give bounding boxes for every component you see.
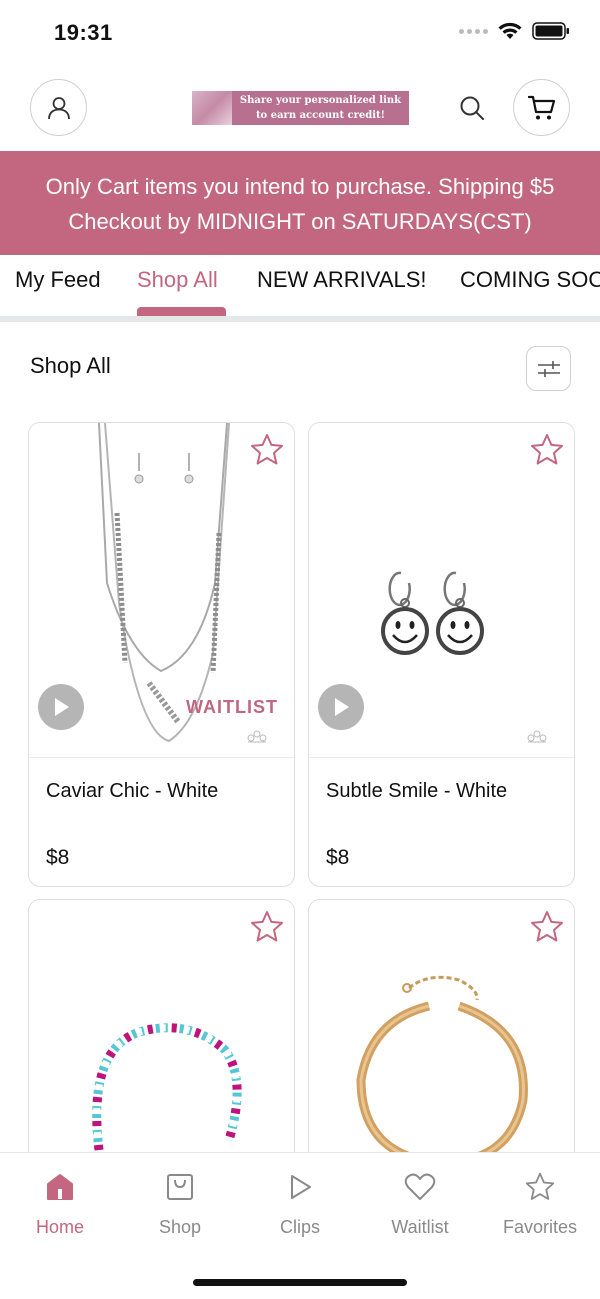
banner-line-1: Share your personalized link bbox=[239, 95, 402, 106]
product-image[interactable]: WAITLIST bbox=[29, 423, 294, 757]
app-header: Share your personalized link to earn acc… bbox=[0, 66, 600, 151]
nav-clips[interactable]: Clips bbox=[240, 1167, 360, 1238]
cart-button[interactable] bbox=[513, 79, 570, 136]
tabs-divider bbox=[0, 316, 600, 322]
category-tabs: My Feed Shop All NEW ARRIVALS! COMING SO… bbox=[0, 255, 600, 317]
wifi-icon bbox=[498, 22, 522, 39]
home-icon bbox=[47, 1174, 73, 1200]
product-name: Subtle Smile - White bbox=[326, 780, 508, 802]
nav-label: Clips bbox=[279, 1217, 320, 1237]
nav-label: Home bbox=[35, 1217, 84, 1237]
announcement-banner: Only Cart items you intend to purchase. … bbox=[0, 151, 600, 255]
star-icon bbox=[525, 1172, 555, 1200]
banner-line-2: to earn account credit! bbox=[255, 110, 386, 121]
status-time: 19:31 bbox=[54, 20, 113, 45]
favorite-star-icon[interactable] bbox=[249, 909, 285, 945]
play-video-button[interactable] bbox=[318, 684, 364, 730]
brand-logo-icon bbox=[247, 730, 267, 743]
nav-shop[interactable]: Shop bbox=[120, 1167, 240, 1238]
search-button[interactable] bbox=[455, 91, 489, 125]
product-info: Subtle Smile - White $8 bbox=[309, 757, 574, 886]
nav-label: Waitlist bbox=[391, 1217, 449, 1237]
product-name: Caviar Chic - White bbox=[46, 780, 219, 802]
banner-photo bbox=[192, 91, 232, 125]
status-bar: 19:31 bbox=[0, 0, 600, 66]
play-icon bbox=[335, 698, 349, 716]
cart-icon bbox=[527, 95, 555, 119]
product-price: $8 bbox=[46, 846, 70, 869]
status-icons bbox=[459, 22, 570, 40]
shopping-bag-icon bbox=[167, 1174, 193, 1200]
user-icon bbox=[47, 96, 70, 119]
favorite-star-icon[interactable] bbox=[249, 432, 285, 468]
play-icon bbox=[55, 698, 69, 716]
sliders-icon bbox=[537, 360, 560, 377]
heart-icon bbox=[404, 1173, 436, 1200]
announcement-line-2: Checkout by MIDNIGHT on SATURDAYS(CST) bbox=[68, 209, 532, 234]
product-info: Caviar Chic - White $8 bbox=[29, 757, 294, 886]
product-card[interactable]: Subtle Smile - White $8 bbox=[308, 422, 575, 887]
filter-button[interactable] bbox=[526, 346, 571, 391]
nav-label: Favorites bbox=[502, 1217, 578, 1237]
nav-waitlist[interactable]: Waitlist bbox=[360, 1167, 480, 1238]
battery-icon bbox=[532, 22, 569, 40]
tab-coming-soon[interactable]: COMING SOON bbox=[460, 267, 600, 293]
tab-new-arrivals[interactable]: NEW ARRIVALS! bbox=[257, 267, 427, 293]
tab-shop-all[interactable]: Shop All bbox=[137, 267, 218, 293]
tab-my-feed[interactable]: My Feed bbox=[15, 267, 101, 293]
product-card[interactable]: WAITLIST Caviar Chic - White $8 bbox=[28, 422, 295, 887]
banner-text: Share your personalized link to earn acc… bbox=[232, 93, 409, 123]
referral-banner[interactable]: Share your personalized link to earn acc… bbox=[192, 91, 409, 125]
nav-label: Shop bbox=[158, 1217, 202, 1237]
nav-home[interactable]: Home bbox=[0, 1167, 120, 1238]
play-video-button[interactable] bbox=[38, 684, 84, 730]
announcement-line-1: Only Cart items you intend to purchase. … bbox=[45, 174, 555, 199]
product-image[interactable] bbox=[309, 423, 574, 757]
section-title: Shop All bbox=[30, 353, 111, 378]
home-indicator bbox=[193, 1279, 407, 1286]
profile-button[interactable] bbox=[30, 79, 87, 136]
search-icon bbox=[460, 96, 484, 120]
signal-icon bbox=[459, 28, 488, 34]
favorite-star-icon[interactable] bbox=[529, 909, 565, 945]
play-icon bbox=[291, 1175, 311, 1199]
bottom-navigation: Home Shop Clips Waitlist Favorites bbox=[0, 1152, 600, 1299]
favorite-star-icon[interactable] bbox=[529, 432, 565, 468]
nav-favorites[interactable]: Favorites bbox=[480, 1167, 600, 1238]
brand-logo-icon bbox=[527, 730, 547, 743]
waitlist-badge: WAITLIST bbox=[186, 697, 278, 717]
product-price: $8 bbox=[326, 846, 350, 869]
